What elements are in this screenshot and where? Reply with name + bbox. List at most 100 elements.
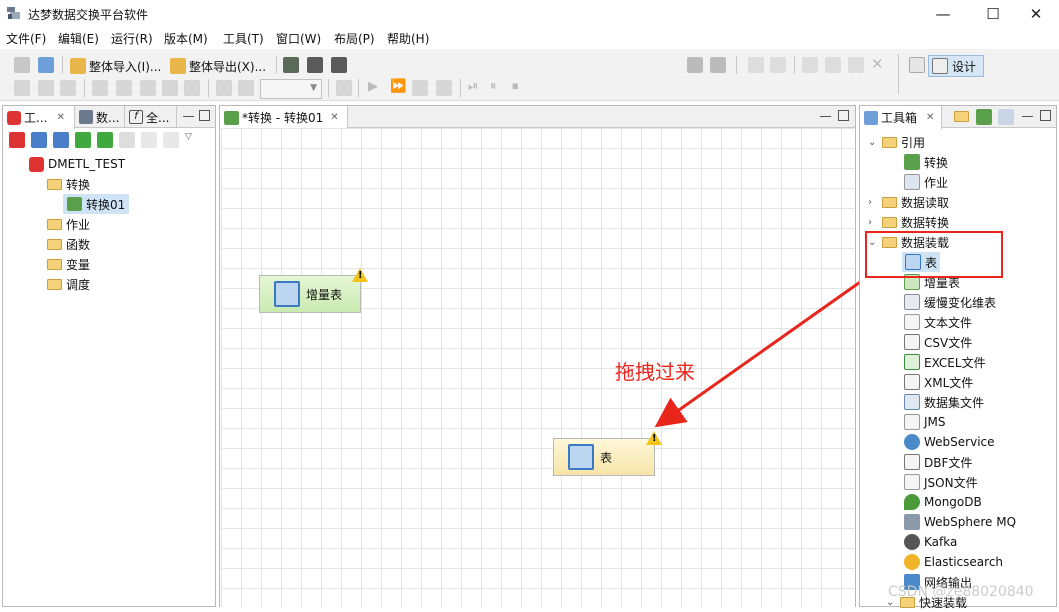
toolbox-item[interactable]: 缓慢变化维表: [904, 292, 996, 312]
toolbox-item[interactable]: Kafka: [904, 532, 957, 552]
minimize-icon[interactable]: [1022, 116, 1033, 118]
align-icon-1[interactable]: [92, 80, 108, 96]
design-canvas[interactable]: 增量表 表: [221, 128, 854, 607]
toolbox-item[interactable]: MongoDB: [904, 492, 982, 512]
menu-edit[interactable]: 编辑(E): [58, 30, 99, 47]
copy-icon[interactable]: [825, 57, 841, 73]
run-step-icon[interactable]: ⏩: [390, 79, 406, 94]
forward-icon[interactable]: [163, 132, 179, 148]
toolbox-item[interactable]: EXCEL文件: [904, 352, 986, 372]
tree-item-variable[interactable]: 变量: [47, 254, 90, 274]
menu-run[interactable]: 运行(R): [111, 30, 153, 47]
toolbox-item[interactable]: Elasticsearch: [904, 552, 1003, 572]
zoom-in-icon[interactable]: [216, 80, 232, 96]
route-icon[interactable]: [336, 80, 352, 96]
redo-icon[interactable]: [770, 57, 786, 73]
pause-icon[interactable]: ⏸: [490, 79, 497, 94]
menu-layout[interactable]: 布局(P): [334, 30, 375, 47]
menu-version[interactable]: 版本(M): [164, 30, 208, 47]
toolbox-item[interactable]: WebService: [904, 432, 995, 452]
toolbox-item[interactable]: 数据集文件: [904, 392, 984, 412]
resume-icon[interactable]: ⏯: [468, 79, 478, 94]
new-project-icon[interactable]: [9, 132, 25, 148]
close-button[interactable]: ✕: [1013, 0, 1059, 27]
toolbox-group-data-read[interactable]: › 数据读取: [868, 192, 949, 212]
menu-window[interactable]: 窗口(W): [276, 30, 321, 47]
tab-data[interactable]: 数...: [75, 106, 125, 128]
import-project-icon[interactable]: [53, 132, 69, 148]
tab-global[interactable]: f 全...: [125, 106, 177, 128]
up-arrow-icon[interactable]: [75, 132, 91, 148]
toolbox-group-reference[interactable]: ⌄ 引用: [868, 132, 925, 152]
canvas-node-incremental-table[interactable]: 增量表: [259, 275, 361, 313]
export-project-icon[interactable]: [31, 132, 47, 148]
export-all-button[interactable]: 整体导出(X)...: [170, 56, 266, 76]
align-icon-5[interactable]: [184, 80, 200, 96]
tab-transform01[interactable]: *转换 - 转换01 ✕: [220, 106, 348, 129]
toolbox-item[interactable]: 转换: [904, 152, 948, 172]
run-icon[interactable]: ▶: [368, 79, 378, 94]
perspective-icon[interactable]: [909, 57, 925, 73]
disconnect-icon[interactable]: [14, 57, 30, 73]
toolbox-item[interactable]: JSON文件: [904, 472, 978, 492]
align-icon-4[interactable]: [162, 80, 178, 96]
menu-file[interactable]: 文件(F): [6, 30, 46, 47]
toolbox-item[interactable]: 作业: [904, 172, 948, 192]
close-icon[interactable]: ✕: [330, 112, 338, 123]
close-icon[interactable]: ✕: [926, 112, 934, 123]
tree-item-transform[interactable]: 转换: [47, 174, 90, 194]
maximize-icon[interactable]: [838, 110, 849, 121]
maximize-icon[interactable]: [199, 110, 210, 121]
layout-icon-2[interactable]: [38, 80, 54, 96]
menu-help[interactable]: 帮助(H): [387, 30, 429, 47]
save-icon[interactable]: [687, 57, 703, 73]
minimize-icon[interactable]: [183, 116, 194, 118]
job-icon[interactable]: [998, 109, 1014, 125]
toolbox-group-data-transform[interactable]: › 数据转换: [868, 212, 949, 232]
cut-icon[interactable]: [802, 57, 818, 73]
back-icon[interactable]: [141, 132, 157, 148]
tab-toolbox[interactable]: 工具箱 ✕: [860, 106, 942, 129]
layout-icon-1[interactable]: [14, 80, 30, 96]
delete-icon[interactable]: ✕: [871, 55, 884, 73]
toolbox-item[interactable]: WebSphere MQ: [904, 512, 1016, 532]
connect-icon[interactable]: [38, 57, 54, 73]
menu-tools[interactable]: 工具(T): [223, 30, 264, 47]
toolbox-item[interactable]: XML文件: [904, 372, 973, 392]
align-icon-2[interactable]: [116, 80, 132, 96]
db-green-icon[interactable]: [283, 57, 299, 73]
transform-icon[interactable]: [976, 109, 992, 125]
zoom-out-icon[interactable]: [238, 80, 254, 96]
save-all-icon[interactable]: [710, 57, 726, 73]
home-icon[interactable]: [119, 132, 135, 148]
toolbox-item[interactable]: CSV文件: [904, 332, 972, 352]
import-all-button[interactable]: 整体导入(I)...: [70, 56, 161, 76]
debug-icon[interactable]: [412, 80, 428, 96]
view-menu-icon[interactable]: ▽: [185, 132, 192, 148]
align-icon-3[interactable]: [140, 80, 156, 96]
toolbox-item[interactable]: JMS: [904, 412, 946, 432]
zoom-select[interactable]: ▼: [260, 79, 322, 99]
undo-icon[interactable]: [748, 57, 764, 73]
layout-icon-3[interactable]: [60, 80, 76, 96]
maximize-icon[interactable]: [1040, 110, 1051, 121]
tree-item-transform01[interactable]: 转换01: [63, 194, 130, 214]
toolbox-item[interactable]: DBF文件: [904, 452, 972, 472]
refresh-icon[interactable]: [97, 132, 113, 148]
close-icon[interactable]: ✕: [56, 112, 64, 123]
folder-icon[interactable]: [954, 111, 969, 122]
minimize-button[interactable]: —: [920, 0, 966, 27]
stop-icon[interactable]: ⏹: [512, 79, 519, 94]
tree-root[interactable]: DMETL_TEST: [29, 154, 125, 174]
maximize-button[interactable]: ☐: [970, 0, 1016, 27]
canvas-node-table[interactable]: 表: [553, 438, 655, 476]
db-gear-icon[interactable]: [331, 57, 347, 73]
tree-item-job[interactable]: 作业: [47, 214, 90, 234]
tab-project[interactable]: 工... ✕: [3, 106, 75, 129]
tree-item-function[interactable]: 函数: [47, 234, 90, 254]
tree-item-schedule[interactable]: 调度: [47, 274, 90, 294]
paste-icon[interactable]: [848, 57, 864, 73]
design-perspective-button[interactable]: 设计: [928, 55, 984, 77]
toolbox-item[interactable]: 文本文件: [904, 312, 972, 332]
preview-icon[interactable]: [436, 80, 452, 96]
